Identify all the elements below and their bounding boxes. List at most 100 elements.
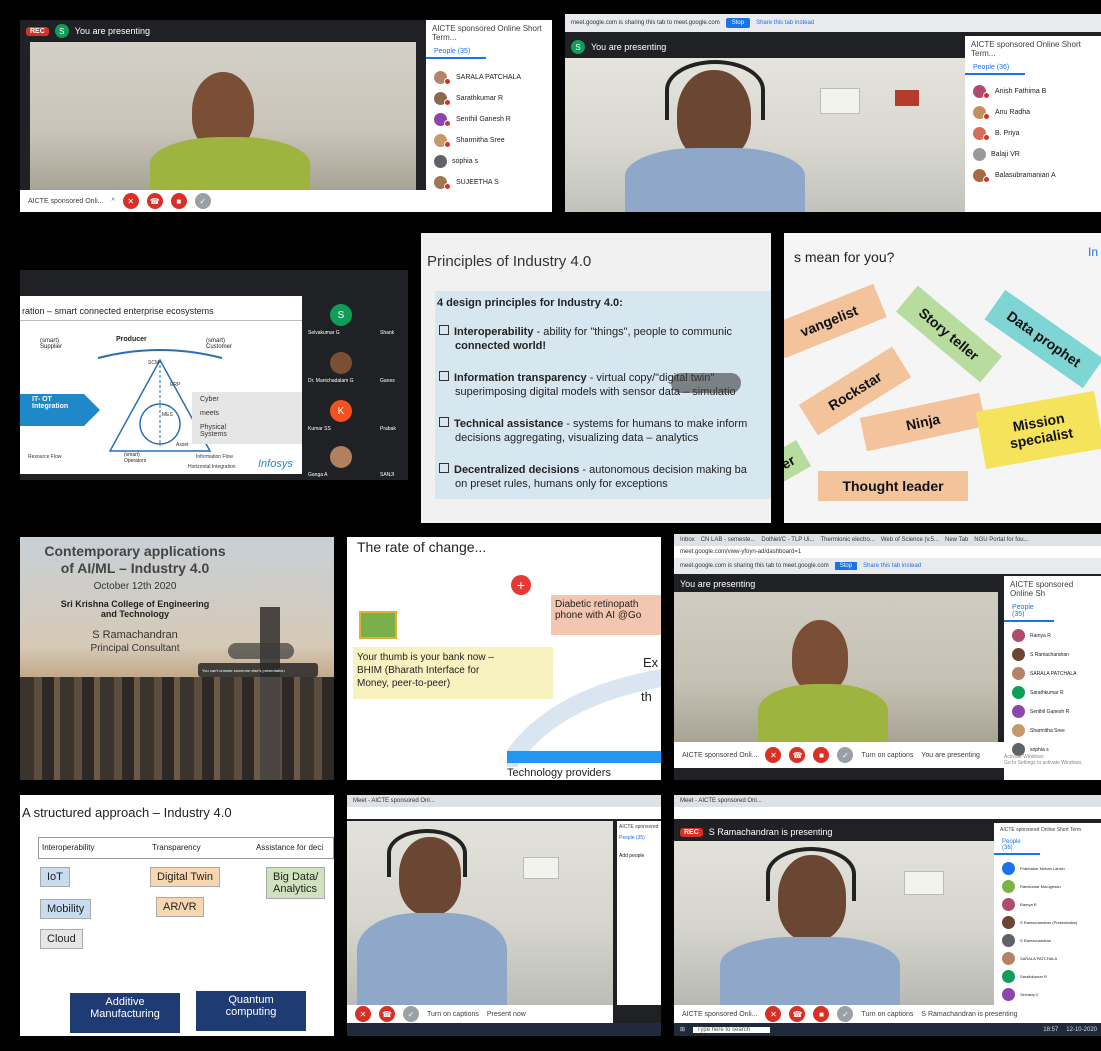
camera-off-button[interactable]: ■	[813, 747, 830, 763]
list-item[interactable]: Anish Fathima B	[965, 81, 1101, 102]
presenting-label: S Ramachandran is presenting	[708, 827, 833, 837]
captions-button[interactable]: Turn on captions	[427, 1011, 479, 1018]
leave-call-button[interactable]: ☎	[789, 1006, 806, 1022]
list-item[interactable]: Sharmitha Sree	[1004, 721, 1101, 740]
people-list: Ramya R S Ramachandran SARALA PATCHALA S…	[1004, 626, 1101, 759]
check-button[interactable]: ✓	[837, 747, 854, 763]
presentation-overlay[interactable]	[228, 643, 294, 659]
tab-cn-lab[interactable]: CN LAB - semeste...	[701, 537, 756, 543]
meeting-name[interactable]: AICTE sponsored Onli...	[682, 1011, 757, 1018]
address-bar: meet.google.com/vww-yfoyn-ad/dashboard=1	[674, 546, 1101, 558]
windows-icon[interactable]: ⊞	[680, 1026, 685, 1033]
chevron-up-icon[interactable]: ^	[111, 198, 114, 205]
list-item[interactable]: Balasubramanian A	[965, 165, 1101, 186]
list-item[interactable]: Sharmitha Sree	[426, 130, 552, 151]
item-additive: Additive Manufacturing	[70, 993, 180, 1033]
list-item[interactable]: Sarathkumar R	[994, 967, 1101, 985]
list-item[interactable]: Senthil Ganesh R	[1004, 702, 1101, 721]
list-item[interactable]: S Ramachandran	[994, 931, 1101, 949]
list-item[interactable]: Selvaraj C	[994, 985, 1101, 1003]
tab-new[interactable]: New Tab	[945, 537, 968, 543]
list-item[interactable]: Prabhakar Mohan Lansin	[994, 859, 1101, 877]
list-item[interactable]: Ramya R	[1004, 626, 1101, 645]
mic-off-button[interactable]: ✕	[765, 747, 782, 763]
check-button[interactable]: ✓	[837, 1006, 854, 1022]
tab-people[interactable]: People (35)	[1004, 602, 1054, 622]
list-item[interactable]: B. Priya	[965, 123, 1101, 144]
list-item[interactable]: SARALA PATCHALA	[426, 67, 552, 88]
tab-inbox[interactable]: Inbox	[680, 537, 695, 543]
tab-people[interactable]: People (36)	[965, 62, 1025, 75]
present-button[interactable]: Present now	[487, 1011, 526, 1018]
participant-grid: S Selvakumar G Dr. Manichadalam G K Kuma…	[302, 290, 408, 480]
presenter-body	[357, 913, 507, 1005]
camera-off-button[interactable]: ■	[170, 193, 187, 209]
list-item[interactable]: SARALA PATCHALA	[994, 949, 1101, 967]
participant-name: Ganga A	[308, 472, 328, 478]
person-name: sophia s	[452, 158, 479, 165]
leave-call-button[interactable]: ☎	[146, 193, 163, 209]
list-item[interactable]: Ramya R	[994, 895, 1101, 913]
horizontal-label: Horizontal Integration	[188, 464, 236, 470]
people-panel: AICTE sponsored Online Short Term... Peo…	[965, 36, 1101, 212]
captions-button[interactable]: Turn on captions	[861, 1011, 913, 1018]
address-bar	[674, 807, 1101, 819]
tab-people[interactable]: People (36)	[994, 837, 1040, 855]
check-button[interactable]: ✓	[403, 1006, 419, 1022]
person-name: S Ramachandran (Presentation)	[1020, 919, 1078, 925]
list-item[interactable]: Balaji VR	[965, 144, 1101, 165]
list-item[interactable]: Ramkumar Murugesan	[994, 877, 1101, 895]
meeting-name[interactable]: AICTE sponsored Onli...	[28, 198, 103, 205]
tab-people[interactable]: People (35)	[617, 833, 661, 843]
list-item[interactable]: Senthil Ganesh R	[426, 109, 552, 130]
check-button[interactable]: ✓	[194, 193, 211, 209]
share-this-tab-button[interactable]: Share this tab instead	[756, 20, 814, 26]
taskbar: ⊞ Type here to search 18:57 12-10-2020	[674, 1023, 1101, 1036]
leave-call-button[interactable]: ☎	[789, 747, 806, 763]
tab-dotnet[interactable]: DotNet/C - TLP Ui...	[761, 537, 814, 543]
tab-people[interactable]: People (35)	[426, 46, 486, 59]
search-box[interactable]: Type here to search	[693, 1026, 771, 1033]
taskbar	[347, 1023, 661, 1036]
people-list: Anish Fathima B Anu Radha B. Priya Balaj…	[965, 81, 1101, 186]
list-item[interactable]: S Ramachandran	[1004, 645, 1101, 664]
people-panel: AICTE sponsored Online Short Term People…	[994, 823, 1101, 1005]
corner-text: In	[1088, 245, 1099, 259]
mic-off-button[interactable]: ✕	[355, 1006, 371, 1022]
mic-off-button[interactable]: ✕	[122, 193, 139, 209]
add-people-button[interactable]: Add people	[617, 843, 661, 869]
money-icon	[359, 611, 397, 639]
stop-button[interactable]: Stop	[834, 562, 858, 570]
list-item[interactable]: Sarathkumar R	[426, 88, 552, 109]
list-item[interactable]: SUJEETHA S	[426, 172, 552, 193]
list-item[interactable]: S Ramachandran (Presentation)	[994, 913, 1101, 931]
presentation-overlay[interactable]	[671, 373, 741, 393]
presenter-role: Principal Consultant	[90, 643, 180, 654]
tab-thermionic[interactable]: Thermionic electro...	[821, 537, 875, 543]
participant-name: Kumar SS	[308, 426, 331, 432]
slide-subtitle: 4 design principles for Industry 4.0:	[437, 297, 623, 309]
medical-icon: +	[511, 575, 531, 595]
mic-off-icon	[444, 141, 451, 148]
avatar	[973, 148, 986, 161]
stop-button[interactable]: Stop	[725, 18, 751, 28]
present-button[interactable]: You are presenting	[921, 752, 980, 759]
share-this-tab-button[interactable]: Share this tab instead	[863, 563, 921, 569]
meeting-name[interactable]: AICTE sponsored Onli...	[682, 752, 757, 759]
tab-meet[interactable]: Meet - AICTE sponsored Onl...	[680, 798, 762, 804]
tab-web-of-science[interactable]: Web of Science (v.5...	[881, 537, 939, 543]
captions-button[interactable]: Turn on captions	[861, 752, 913, 759]
person-name: Balasubramanian A	[995, 172, 1056, 179]
camera-off-button[interactable]: ■	[813, 1006, 830, 1022]
list-item[interactable]: sophia s	[426, 151, 552, 172]
tab-meet[interactable]: Meet - AICTE sponsored Onl...	[353, 798, 435, 804]
list-item[interactable]: Sarathkumar R	[1004, 683, 1101, 702]
mic-off-button[interactable]: ✕	[765, 1006, 782, 1022]
leave-call-button[interactable]: ☎	[379, 1006, 395, 1022]
list-item[interactable]: SARALA PATCHALA	[1004, 664, 1101, 683]
list-item[interactable]: Anu Radha	[965, 102, 1101, 123]
item-mobility: Mobility	[40, 899, 92, 919]
tab-ngu[interactable]: NGU Portal for fou...	[974, 537, 1028, 543]
supplier-label: (smart) Supplier	[40, 338, 63, 350]
url-text[interactable]: meet.google.com/vww-yfoyn-ad/dashboard=1	[680, 549, 801, 555]
